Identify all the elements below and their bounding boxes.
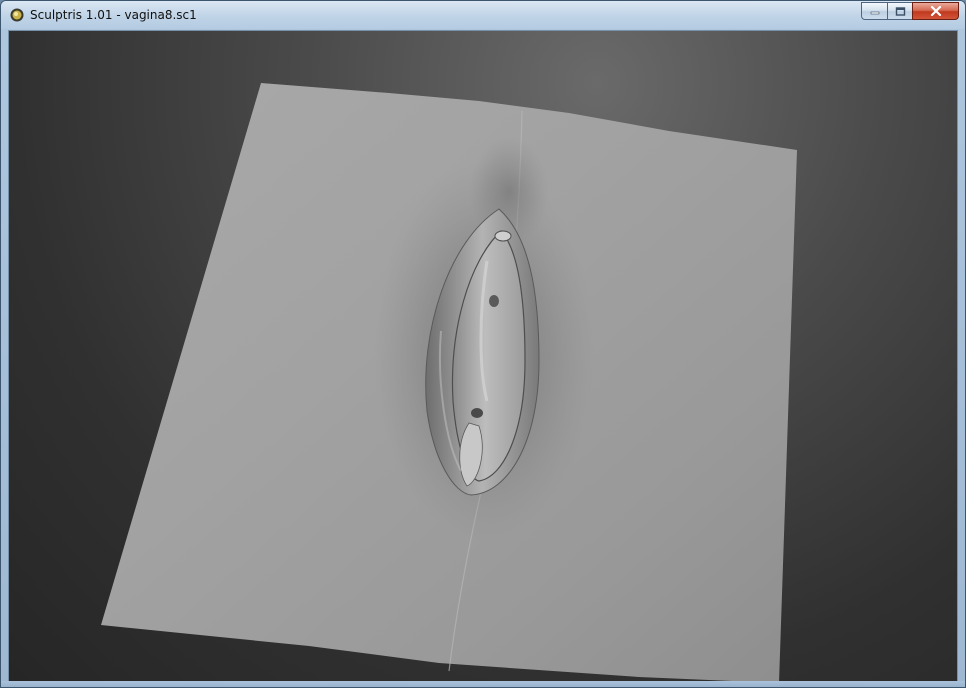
maximize-icon [895, 6, 905, 16]
sculpt-viewport[interactable] [8, 30, 958, 682]
minimize-icon [870, 11, 879, 15]
sculptris-app-icon[interactable] [10, 8, 24, 22]
3d-mesh-render[interactable] [9, 31, 957, 681]
window-title: Sculptris 1.01 - vagina8.sc1 [30, 8, 197, 22]
title-bar[interactable]: Sculptris 1.01 - vagina8.sc1 [1, 1, 965, 29]
close-icon [930, 6, 941, 16]
close-button[interactable] [912, 2, 959, 20]
application-window: Sculptris 1.01 - vagina8.sc1 [0, 0, 966, 688]
caption-buttons [861, 2, 959, 21]
minimize-button[interactable] [861, 2, 888, 20]
window-bottom-border [1, 681, 965, 687]
maximize-button[interactable] [887, 2, 913, 20]
